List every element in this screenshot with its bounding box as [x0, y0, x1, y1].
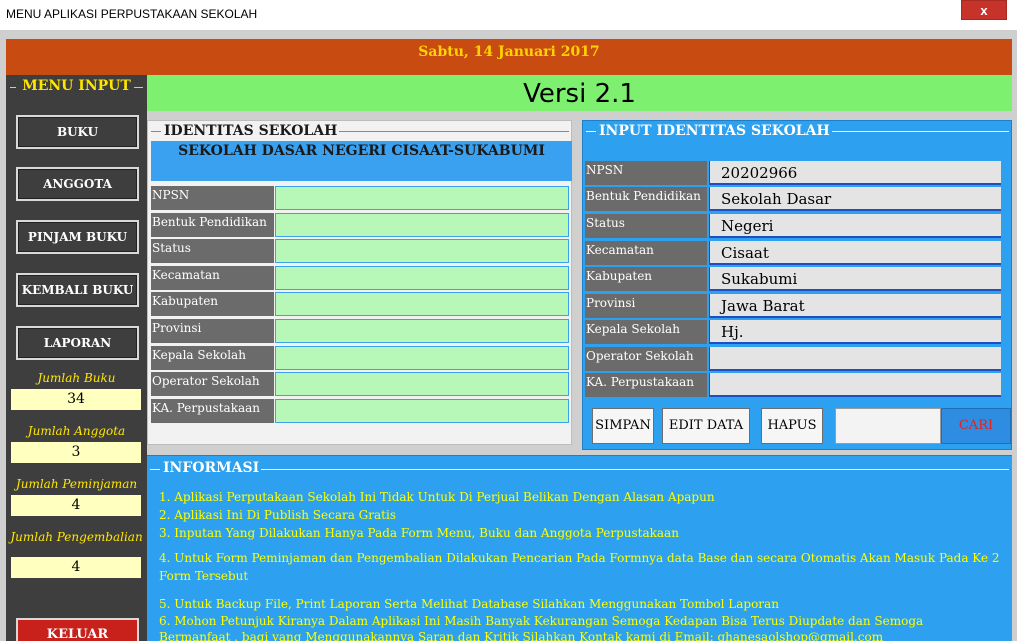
- informasi-panel: INFORMASI 1. Aplikasi Perputakaan Sekola…: [147, 455, 1012, 641]
- hapus-button[interactable]: HAPUS: [761, 408, 823, 444]
- input-label-kepala-sekolah: Kepala Sekolah: [585, 320, 707, 344]
- window-title: MENU APLIKASI PERPUSTAKAAN SEKOLAH: [6, 7, 258, 21]
- kembali-buku-button[interactable]: KEMBALI BUKU: [16, 273, 139, 307]
- value-ka-perpustakaan: [275, 399, 569, 423]
- label-operator-sekolah: Operator Sekolah: [151, 372, 274, 396]
- input-label-status: Status: [585, 214, 707, 238]
- keluar-button[interactable]: KELUAR: [16, 618, 139, 641]
- legend-line: [259, 469, 1009, 470]
- simpan-button[interactable]: SIMPAN: [592, 408, 654, 444]
- operator-sekolah-input[interactable]: [709, 347, 1001, 371]
- bentuk-pendidikan-input[interactable]: Sekolah Dasar: [709, 187, 1001, 211]
- date-bar: Sabtu, 14 Januari 2017: [6, 39, 1012, 75]
- legend-line: [151, 131, 161, 132]
- legend-line: [586, 131, 596, 132]
- legend-line: [334, 131, 569, 132]
- info-line: 4. Untuk Form Peminjaman dan Pengembalia…: [159, 551, 1000, 565]
- info-line: 3. Inputan Yang Dilakukan Hanya Pada For…: [159, 526, 679, 540]
- school-name: SEKOLAH DASAR NEGERI CISAAT-SUKABUMI: [151, 141, 572, 181]
- status-input[interactable]: Negeri: [709, 214, 1001, 238]
- menu-panel: MENU INPUT BUKU ANGGOTA PINJAM BUKU KEMB…: [6, 75, 147, 641]
- stat-label-pengembalian: Jumlah Pengembalian: [10, 530, 143, 544]
- input-identitas-legend: INPUT IDENTITAS SEKOLAH: [597, 123, 832, 139]
- info-line: 5. Untuk Backup File, Print Laporan Sert…: [159, 597, 779, 611]
- version-banner: Versi 2.1: [147, 75, 1012, 111]
- buku-button[interactable]: BUKU: [16, 115, 139, 149]
- label-kecamatan: Kecamatan: [151, 266, 274, 290]
- label-ka-perpustakaan: KA. Perpustakaan: [151, 399, 274, 423]
- kecamatan-input[interactable]: Cisaat: [709, 241, 1001, 265]
- identitas-legend: IDENTITAS SEKOLAH: [162, 123, 340, 139]
- legend-line: [825, 131, 1009, 132]
- legend-line: [150, 469, 160, 470]
- input-label-provinsi: Provinsi: [585, 294, 707, 318]
- value-operator-sekolah: [275, 372, 569, 396]
- edit-data-button[interactable]: EDIT DATA: [662, 408, 750, 444]
- label-provinsi: Provinsi: [151, 319, 274, 343]
- menu-legend: MENU INPUT: [22, 78, 131, 94]
- kabupaten-input[interactable]: Sukabumi: [709, 267, 1001, 291]
- input-label-ka-perpustakaan: KA. Perpustakaan: [585, 373, 707, 397]
- close-button[interactable]: x: [961, 0, 1007, 20]
- info-line: 6. Mohon Petunjuk Kiranya Dalam Aplikasi…: [159, 614, 924, 628]
- pinjam-buku-button[interactable]: PINJAM BUKU: [16, 220, 139, 254]
- provinsi-input[interactable]: Jawa Barat: [709, 294, 1001, 318]
- input-label-kabupaten: Kabupaten: [585, 267, 707, 291]
- npsn-input[interactable]: 20202966: [709, 161, 1001, 185]
- value-kabupaten: [275, 292, 569, 316]
- info-line: 1. Aplikasi Perputakaan Sekolah Ini Tida…: [159, 490, 715, 504]
- stat-value-peminjaman: 4: [11, 495, 141, 516]
- value-bentuk-pendidikan: [275, 213, 569, 237]
- label-kabupaten: Kabupaten: [151, 292, 274, 316]
- value-npsn: [275, 186, 569, 210]
- value-kepala-sekolah: [275, 346, 569, 370]
- stat-value-anggota: 3: [11, 442, 141, 463]
- kepala-sekolah-input[interactable]: Hj.: [709, 320, 1001, 344]
- search-input[interactable]: [835, 408, 941, 444]
- value-kecamatan: [275, 266, 569, 290]
- value-provinsi: [275, 319, 569, 343]
- value-status: [275, 239, 569, 263]
- identitas-panel: IDENTITAS SEKOLAH SEKOLAH DASAR NEGERI C…: [147, 120, 572, 445]
- anggota-button[interactable]: ANGGOTA: [16, 167, 139, 201]
- stat-value-buku: 34: [11, 389, 141, 410]
- label-kepala-sekolah: Kepala Sekolah: [151, 346, 274, 370]
- cari-button[interactable]: CARI: [941, 408, 1011, 444]
- laporan-button[interactable]: LAPORAN: [16, 326, 139, 360]
- stat-label-peminjaman: Jumlah Peminjaman: [15, 477, 138, 491]
- input-label-npsn: NPSN: [585, 161, 707, 185]
- informasi-legend: INFORMASI: [161, 460, 262, 476]
- info-line: Form Tersebut: [159, 569, 249, 583]
- label-status: Status: [151, 239, 274, 263]
- input-label-kecamatan: Kecamatan: [585, 241, 707, 265]
- stat-label-anggota: Jumlah Anggota: [27, 424, 126, 438]
- stat-label-buku: Jumlah Buku: [37, 371, 116, 385]
- label-npsn: NPSN: [151, 186, 274, 210]
- info-line: 2. Aplikasi Ini Di Publish Secara Gratis: [159, 508, 396, 522]
- title-bar: MENU APLIKASI PERPUSTAKAAN SEKOLAH x: [0, 0, 1017, 30]
- input-identitas-panel: INPUT IDENTITAS SEKOLAH NPSN 20202966 Be…: [582, 120, 1012, 450]
- info-line: Bermanfaat , bagi yang Menggunakannya Sa…: [159, 630, 884, 641]
- label-bentuk-pendidikan: Bentuk Pendidikan: [151, 213, 274, 237]
- ka-perpustakaan-input[interactable]: [709, 373, 1001, 397]
- input-label-operator-sekolah: Operator Sekolah: [585, 347, 707, 371]
- input-label-bentuk-pendidikan: Bentuk Pendidikan: [585, 187, 707, 211]
- stat-value-pengembalian: 4: [11, 557, 141, 578]
